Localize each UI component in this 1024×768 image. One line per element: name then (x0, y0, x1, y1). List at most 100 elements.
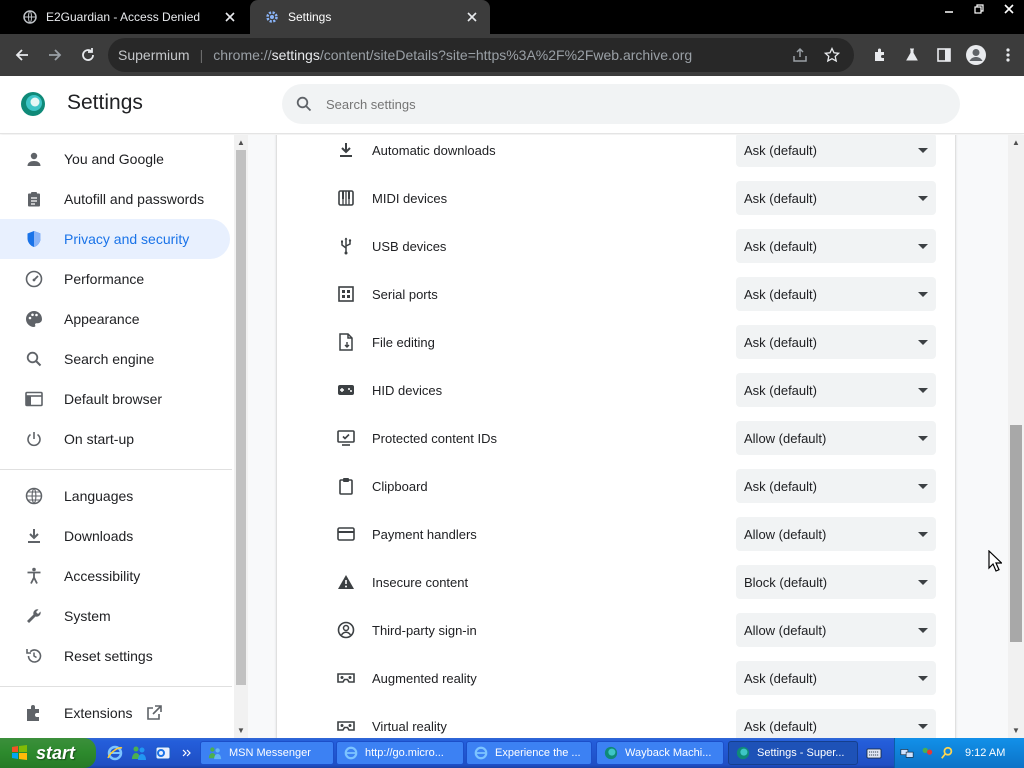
permission-select[interactable]: Allow (default) (736, 421, 936, 455)
address-bar[interactable]: Supermium | chrome://settings/content/si… (108, 38, 854, 72)
taskbar-item-wayback[interactable]: Wayback Machi... (596, 741, 724, 765)
scrollbar-thumb[interactable] (236, 150, 246, 685)
search-tray-icon[interactable] (939, 745, 955, 761)
sidebar-item-reset[interactable]: Reset settings (0, 636, 230, 676)
sidebar-item-you-and-google[interactable]: You and Google (0, 139, 230, 179)
scroll-up-icon[interactable]: ▲ (234, 135, 248, 149)
permission-select[interactable]: Block (default) (736, 565, 936, 599)
forward-icon[interactable] (39, 39, 71, 71)
outlook-icon[interactable] (152, 742, 174, 764)
extensions-icon[interactable] (864, 39, 896, 71)
reload-icon[interactable] (72, 39, 104, 71)
profile-icon[interactable] (960, 39, 992, 71)
main-scrollbar[interactable]: ▲ ▼ (1008, 135, 1024, 738)
toolbar-actions (864, 34, 1024, 76)
sidebar-item-appearance[interactable]: Appearance (0, 299, 230, 339)
sidebar-item-default-browser[interactable]: Default browser (0, 379, 230, 419)
browser-brand: Supermium (118, 47, 190, 63)
ar-icon (335, 667, 357, 689)
tab-settings[interactable]: Settings (250, 0, 490, 34)
sidebar-item-autofill[interactable]: Autofill and passwords (0, 179, 230, 219)
scroll-down-icon[interactable]: ▼ (234, 723, 248, 737)
permission-select[interactable]: Ask (default) (736, 229, 936, 263)
start-button[interactable]: start (0, 738, 96, 768)
sidebar-item-label: Performance (64, 271, 145, 287)
permission-select[interactable]: Ask (default) (736, 325, 936, 359)
chevron-down-icon (918, 387, 928, 393)
share-icon[interactable] (792, 47, 808, 63)
permission-select[interactable]: Allow (default) (736, 517, 936, 551)
sidebar-item-on-startup[interactable]: On start-up (0, 419, 230, 459)
taskbar-item-ie2[interactable]: Experience the ... (466, 741, 592, 765)
taskbar-item-ie1[interactable]: http://go.micro... (336, 741, 464, 765)
back-icon[interactable] (6, 39, 38, 71)
permission-row: USB devices Ask (default) (277, 222, 957, 270)
mouse-cursor-icon (988, 550, 1002, 572)
globe-icon (22, 9, 38, 25)
account-circle-icon (335, 619, 357, 641)
main-content: Automatic downloads Ask (default) MIDI d… (248, 135, 1008, 738)
permission-select[interactable]: Ask (default) (736, 135, 936, 167)
page-title: Settings (67, 91, 143, 114)
close-window-icon[interactable] (994, 0, 1024, 18)
sidebar-item-label: System (64, 608, 111, 624)
permission-select[interactable]: Allow (default) (736, 613, 936, 647)
search-bar[interactable] (282, 84, 960, 124)
sidebar-item-downloads[interactable]: Downloads (0, 516, 230, 556)
search-input[interactable] (326, 96, 926, 112)
taskbar-item-msn[interactable]: MSN Messenger (200, 741, 334, 765)
sidebar-item-privacy[interactable]: Privacy and security (0, 219, 230, 259)
messenger-icon[interactable] (128, 742, 150, 764)
scroll-up-icon[interactable]: ▲ (1009, 135, 1023, 149)
start-label: start (36, 742, 76, 763)
usb-icon (335, 235, 357, 257)
permission-select[interactable]: Ask (default) (736, 469, 936, 503)
permission-row: File editing Ask (default) (277, 318, 957, 366)
scroll-down-icon[interactable]: ▼ (1009, 723, 1023, 737)
close-icon[interactable] (464, 9, 480, 25)
taskbar-item-settings[interactable]: Settings - Super... (728, 741, 858, 765)
messenger-tray-icon[interactable] (919, 745, 935, 761)
flask-icon[interactable] (896, 39, 928, 71)
permission-select[interactable]: Ask (default) (736, 709, 936, 738)
sidebar-scrollbar[interactable]: ▲ ▼ (234, 135, 248, 738)
permission-row: MIDI devices Ask (default) (277, 174, 957, 222)
sidebar-item-accessibility[interactable]: Accessibility (0, 556, 230, 596)
chevron-down-icon (918, 339, 928, 345)
ie-icon (343, 745, 359, 761)
more-menu-icon[interactable] (992, 39, 1024, 71)
permission-select[interactable]: Ask (default) (736, 277, 936, 311)
permission-row: Virtual reality Ask (default) (277, 702, 957, 738)
puzzle-icon (24, 703, 44, 723)
permission-row: Clipboard Ask (default) (277, 462, 957, 510)
sidebar-item-label: Privacy and security (64, 231, 190, 247)
quick-launch (104, 738, 200, 768)
chevron-right-icon[interactable] (176, 742, 198, 764)
minimize-icon[interactable] (934, 0, 964, 18)
permission-select[interactable]: Ask (default) (736, 661, 936, 695)
permission-select[interactable]: Ask (default) (736, 373, 936, 407)
side-panel-icon[interactable] (928, 39, 960, 71)
tab-strip: E2Guardian - Access Denied Settings (0, 0, 1024, 34)
download-icon (24, 526, 44, 546)
close-icon[interactable] (222, 9, 238, 25)
sidebar-item-extensions[interactable]: Extensions (0, 693, 230, 733)
restore-icon[interactable] (964, 0, 994, 18)
tab-e2guardian[interactable]: E2Guardian - Access Denied (8, 0, 248, 34)
scrollbar-thumb[interactable] (1010, 425, 1022, 642)
clipboard-icon (24, 189, 44, 209)
url-text: chrome://settings/content/siteDetails?si… (213, 47, 693, 63)
sidebar-item-search-engine[interactable]: Search engine (0, 339, 230, 379)
sidebar-item-label: You and Google (64, 151, 164, 167)
star-icon[interactable] (824, 47, 840, 63)
sidebar-item-performance[interactable]: Performance (0, 259, 230, 299)
sidebar-item-system[interactable]: System (0, 596, 230, 636)
keyboard-icon[interactable] (866, 745, 882, 761)
reset-icon (24, 646, 44, 666)
permission-label: Automatic downloads (372, 142, 496, 158)
ie-icon[interactable] (104, 742, 126, 764)
permissions-card: Automatic downloads Ask (default) MIDI d… (276, 135, 956, 738)
permission-select[interactable]: Ask (default) (736, 181, 936, 215)
network-icon[interactable] (899, 745, 915, 761)
sidebar-item-languages[interactable]: Languages (0, 476, 230, 516)
